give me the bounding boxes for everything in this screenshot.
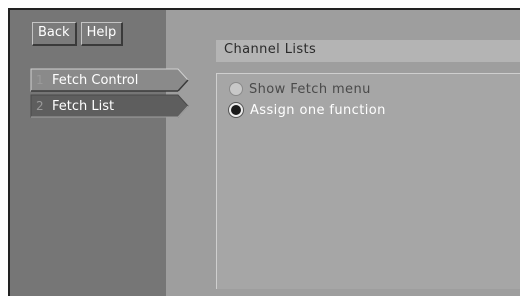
options-panel: Show Fetch menu Assign one function xyxy=(216,73,520,289)
radio-selected-icon[interactable] xyxy=(228,102,244,118)
step-label: Fetch List xyxy=(52,98,115,114)
step-number: 1 xyxy=(36,73,44,87)
wizard-window: Back Help 1 Fetch Control 2 Fetch List C… xyxy=(8,8,520,296)
radio-dot xyxy=(231,105,241,115)
step-fetch-list[interactable]: 2 Fetch List xyxy=(30,94,190,118)
help-button[interactable]: Help xyxy=(80,22,124,46)
option-label: Assign one function xyxy=(250,102,386,118)
back-button[interactable]: Back xyxy=(32,22,77,46)
radio-unselected-icon[interactable] xyxy=(229,82,243,96)
option-show-fetch-menu[interactable]: Show Fetch menu xyxy=(229,80,371,98)
page-title: Channel Lists xyxy=(216,40,520,62)
step-number: 2 xyxy=(36,99,44,113)
option-label: Show Fetch menu xyxy=(249,81,371,97)
step-label: Fetch Control xyxy=(52,72,139,88)
step-fetch-control[interactable]: 1 Fetch Control xyxy=(30,68,190,92)
option-assign-one-function[interactable]: Assign one function xyxy=(228,101,386,119)
top-buttons: Back Help xyxy=(32,22,124,46)
sidebar: Back Help 1 Fetch Control 2 Fetch List xyxy=(10,10,189,296)
